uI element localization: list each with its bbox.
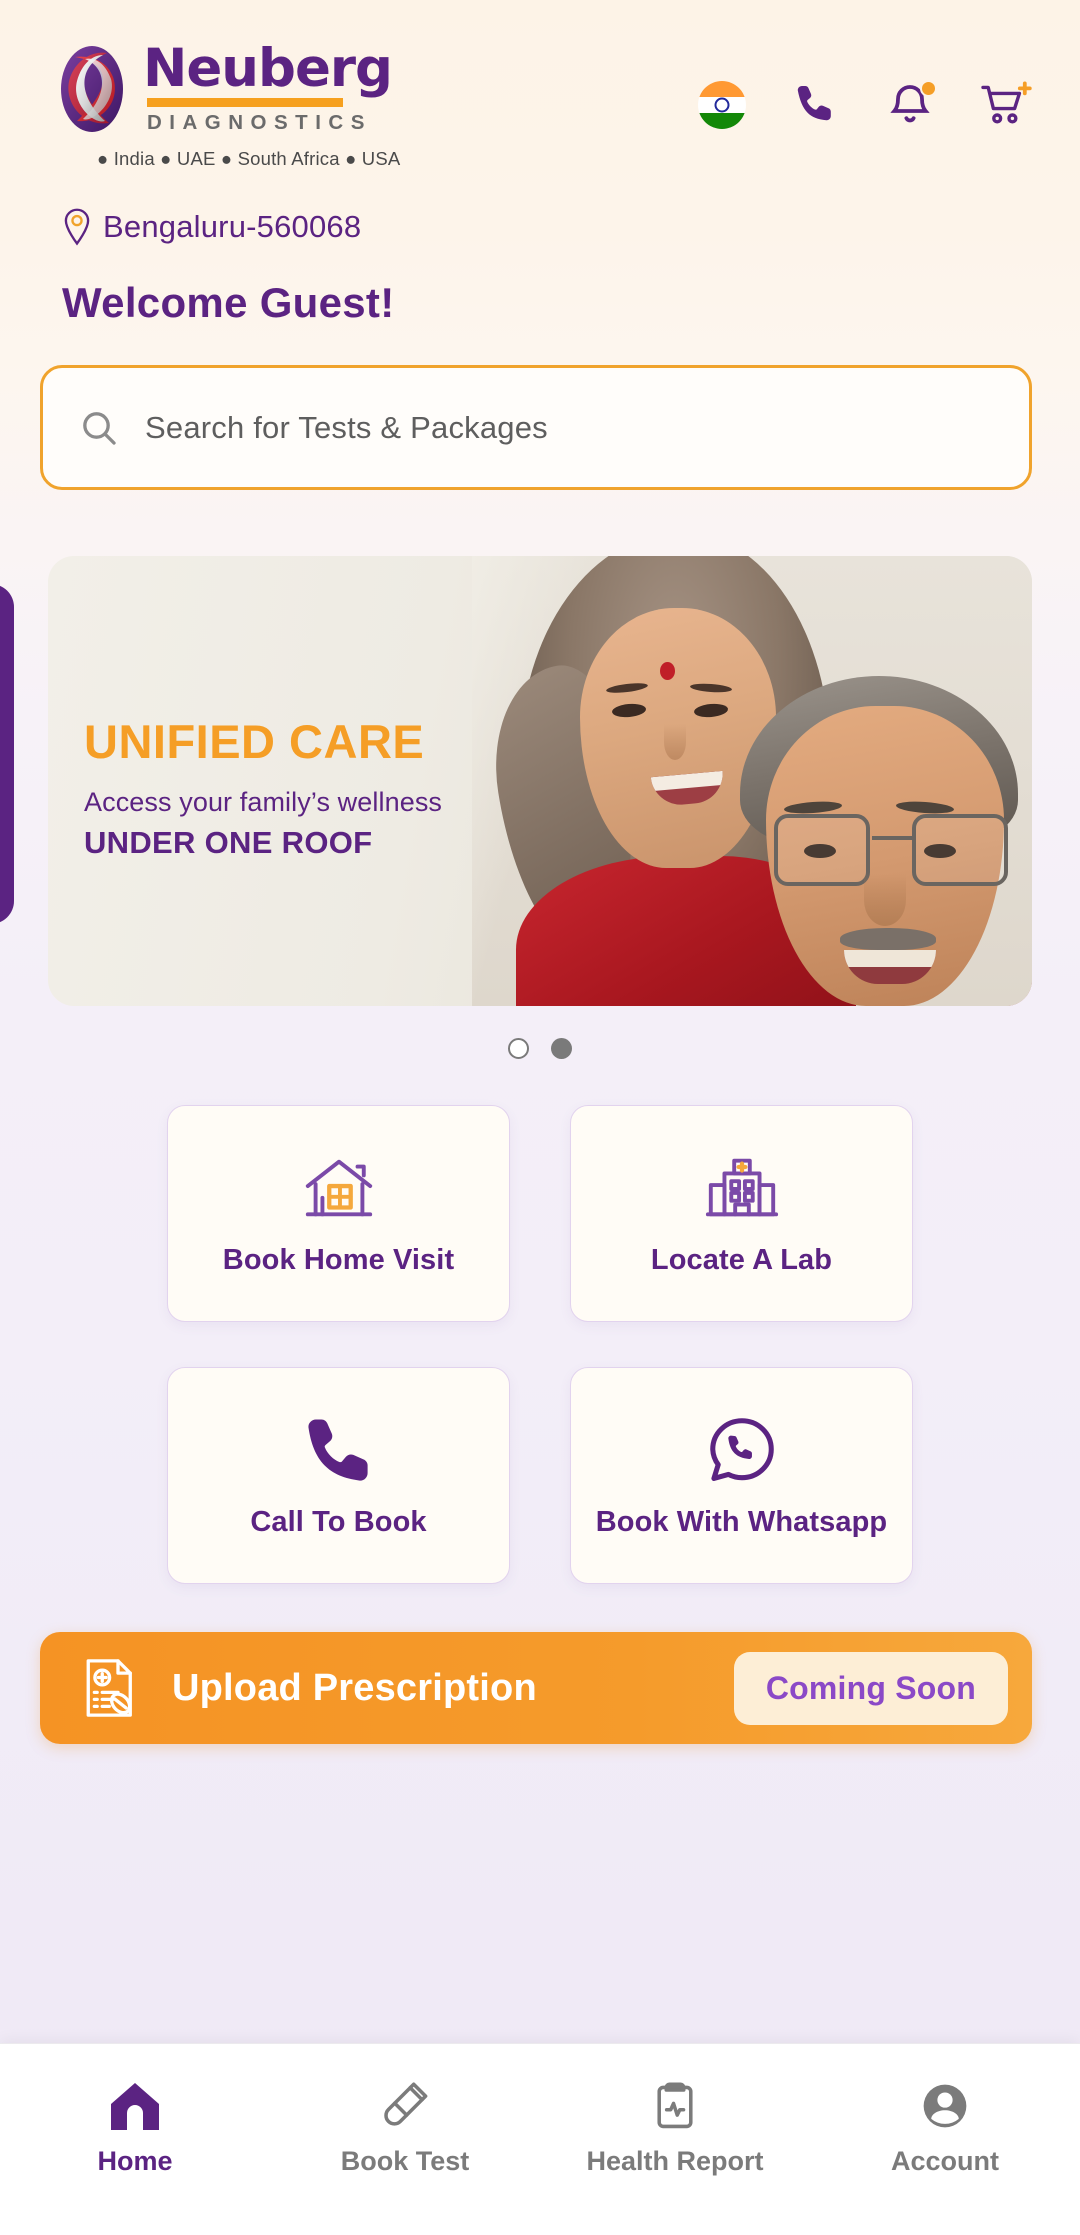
quick-action-label: Locate A Lab: [650, 1244, 833, 1276]
notification-badge-dot: [920, 80, 937, 97]
quick-action-book-with-whatsapp[interactable]: Book With Whatsapp: [570, 1367, 913, 1584]
brand-countries: ● India ● UAE ● South Africa ● USA: [97, 148, 401, 169]
test-tube-icon: [384, 2082, 428, 2126]
carousel-slide[interactable]: UNIFIED CARE Access your family’s wellne…: [48, 556, 1032, 1006]
nav-label: Book Test: [340, 2146, 470, 2176]
slide-copy: UNIFIED CARE Access your family’s wellne…: [48, 556, 478, 1006]
clipboard-heartbeat-icon: [657, 2082, 693, 2129]
nav-label: Account: [891, 2146, 999, 2176]
hospital-building-icon: [705, 1158, 778, 1217]
location-text: Bengaluru-560068: [103, 209, 362, 244]
prescription-document-icon: [86, 1659, 132, 1717]
quick-action-book-home-visit[interactable]: Book Home Visit: [167, 1105, 510, 1322]
app-header: Neuberg DIAGNOSTICS ● India ● UAE ● Sout…: [0, 0, 1080, 170]
brand-logo: Neuberg DIAGNOSTICS ● India ● UAE ● Sout…: [55, 42, 400, 170]
phone-icon[interactable]: [792, 81, 840, 129]
location-pin-icon: [64, 208, 90, 246]
prescription-section: Upload Prescription Coming Soon: [0, 1584, 1080, 1744]
prescription-title: Upload Prescription: [172, 1666, 537, 1709]
carousel-dots: [0, 1038, 1080, 1059]
phone-icon: [307, 1419, 368, 1481]
bell-icon[interactable]: [886, 80, 937, 129]
person-avatar-icon: [923, 2084, 967, 2128]
whatsapp-icon: [709, 1418, 774, 1482]
brand-name: Neuberg: [143, 38, 393, 99]
brand-underline: [147, 98, 343, 107]
bottom-navigation-bar: Home Book Test Health Report Account: [0, 2043, 1080, 2235]
page-title: Welcome Guest!: [62, 279, 395, 326]
search-input[interactable]: Search for Tests & Packages: [40, 365, 1032, 490]
brand-wordmark: Neuberg DIAGNOSTICS: [143, 38, 393, 135]
nav-label: Health Report: [586, 2146, 764, 2176]
slide-photo-elderly-couple: [472, 556, 1032, 1006]
nav-label: Home: [97, 2146, 173, 2176]
home-house-icon: [305, 1159, 372, 1217]
slide-subtitle: Access your family’s wellness: [84, 787, 443, 817]
promo-carousel[interactable]: UNIFIED CARE Access your family’s wellne…: [0, 556, 1080, 1006]
quick-action-call-to-book[interactable]: Call To Book: [167, 1367, 510, 1584]
search-icon: [83, 411, 116, 445]
quick-action-label: Book Home Visit: [222, 1244, 455, 1276]
upload-prescription-banner[interactable]: Upload Prescription Coming Soon: [40, 1632, 1032, 1744]
quick-action-label: Book With Whatsapp: [595, 1506, 888, 1538]
home-icon: [111, 2083, 159, 2130]
cart-add-icon[interactable]: [980, 80, 1032, 130]
nav-item-home[interactable]: Home: [0, 2080, 270, 2177]
carousel-previous-slide-peek[interactable]: [0, 584, 14, 924]
india-flag-icon[interactable]: [698, 81, 746, 129]
slide-title: UNIFIED CARE: [84, 715, 425, 768]
carousel-dot-1[interactable]: [508, 1038, 529, 1059]
nav-item-book-test[interactable]: Book Test: [270, 2080, 540, 2177]
slide-tagline: UNDER ONE ROOF: [84, 825, 373, 860]
header-icon-group: [698, 80, 1032, 130]
carousel-dot-2[interactable]: [551, 1038, 572, 1059]
brand-row: Neuberg DIAGNOSTICS: [55, 42, 400, 135]
coming-soon-badge[interactable]: Coming Soon: [733, 1651, 1008, 1725]
search-placeholder: Search for Tests & Packages: [145, 409, 548, 445]
quick-actions-grid: Book Home Visit Locate A Lab Call To Boo…: [0, 1105, 1080, 1584]
brand-subtitle: DIAGNOSTICS: [147, 111, 372, 134]
search-section: Search for Tests & Packages: [0, 327, 1080, 490]
nav-item-account[interactable]: Account: [810, 2080, 1080, 2177]
quick-action-label: Call To Book: [250, 1506, 427, 1538]
location-selector[interactable]: Bengaluru-560068: [0, 170, 1080, 246]
nav-item-health-report[interactable]: Health Report: [540, 2080, 810, 2177]
quick-action-locate-a-lab[interactable]: Locate A Lab: [570, 1105, 913, 1322]
neuberg-globe-logo-icon: [61, 45, 123, 132]
